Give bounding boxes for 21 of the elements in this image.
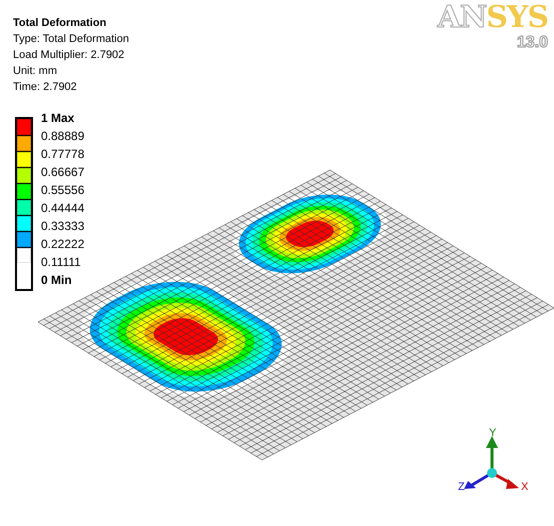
result-detail: Type: Total Deformation — [13, 32, 129, 47]
result-detail: Unit: mm — [13, 64, 57, 79]
axis-label: Y — [489, 427, 496, 439]
scale-value: 0.44444 — [41, 201, 84, 217]
logo-wordmark: ANSYS — [438, 2, 548, 34]
result-title: Total Deformation — [13, 16, 106, 31]
scale-value: 0.11111 — [41, 255, 82, 271]
axis-label: X — [521, 481, 528, 493]
scale-value: 0.33333 — [41, 219, 84, 235]
axis-label: Z — [458, 481, 465, 493]
result-detail: Load Multiplier: 2.7902 — [13, 48, 124, 63]
version-number: 13.0 — [516, 34, 548, 52]
scale-value: 0.77778 — [41, 147, 84, 163]
scale-value: 0.66667 — [41, 165, 84, 181]
result-detail: Time: 2.7902 — [13, 80, 77, 95]
scale-value: 0 Min — [41, 273, 73, 289]
axis-triad-drawing — [464, 436, 519, 489]
scale-value: 0.55556 — [41, 183, 84, 199]
scale-value: 0.22222 — [41, 237, 84, 253]
scale-value: 1 Max — [41, 111, 76, 127]
scale-value: 0.88889 — [41, 129, 84, 145]
